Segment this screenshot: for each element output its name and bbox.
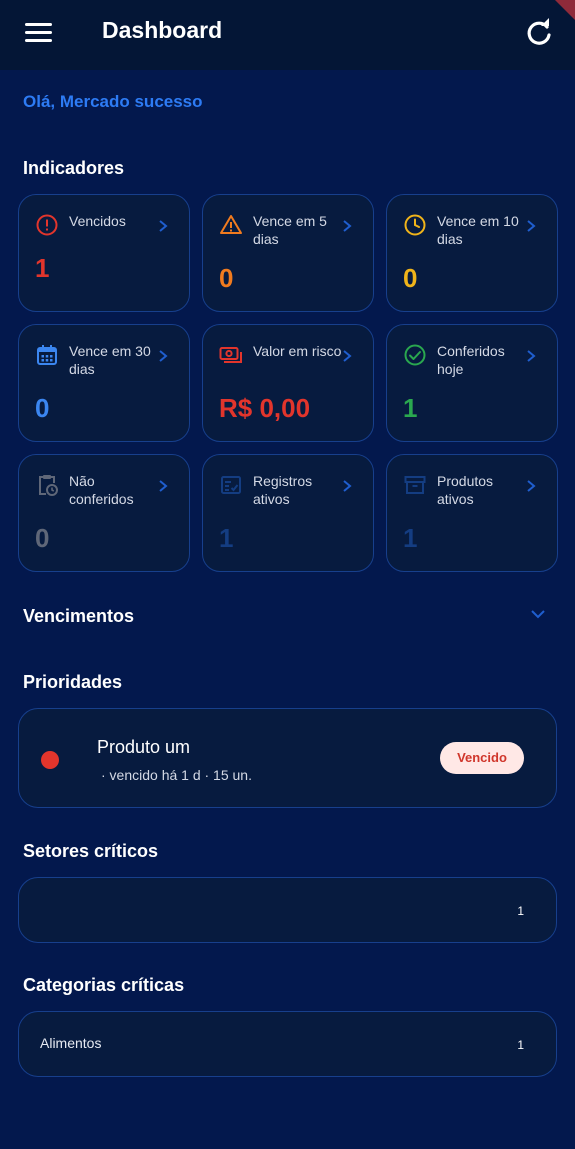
chevron-right-icon — [159, 220, 168, 232]
categoria-row[interactable]: Alimentos 1 — [18, 1011, 557, 1077]
indicator-label: Valor em risco — [253, 343, 342, 359]
indicator-card-valor-em-risco[interactable]: Valor em risco R$ 0,00 — [202, 324, 374, 442]
indicator-value: 0 — [403, 263, 418, 293]
archive-box-icon — [404, 476, 426, 494]
indicator-label: Não conferidos — [69, 473, 134, 507]
corner-ribbon — [555, 0, 575, 20]
indicator-value: 1 — [403, 393, 418, 423]
chevron-right-icon — [343, 220, 352, 232]
menu-icon — [25, 23, 52, 42]
vencimentos-expander[interactable]: Vencimentos — [0, 595, 575, 635]
warning-triangle-icon — [220, 215, 242, 234]
indicator-card-vence-5-dias[interactable]: Vence em 5 dias 0 — [202, 194, 374, 312]
chevron-right-icon — [343, 480, 352, 492]
categoria-label: Alimentos — [40, 1035, 102, 1051]
categorias-title: Categorias críticas — [23, 975, 185, 995]
indicator-card-vence-30-dias[interactable]: Vence em 30 dias 0 — [18, 324, 190, 442]
error-circle-icon — [36, 214, 58, 236]
chevron-down-icon — [531, 610, 545, 619]
indicator-label: Vence em 5 dias — [253, 213, 327, 247]
prioridades-title: Prioridades — [23, 672, 123, 692]
indicator-label: Registros ativos — [253, 473, 313, 507]
chevron-right-icon — [343, 350, 352, 362]
categoria-count: 1 — [517, 1038, 524, 1052]
chevron-right-icon — [527, 220, 536, 232]
indicator-value: 0 — [35, 393, 50, 423]
indicator-card-conferidos-hoje[interactable]: Conferidos hoje 1 — [386, 324, 558, 442]
checklist-icon — [221, 476, 241, 494]
clipboard-clock-icon — [39, 475, 58, 496]
indicator-label: Vence em 30 dias — [69, 343, 151, 377]
indicator-value: 1 — [403, 523, 418, 553]
money-icon — [219, 347, 242, 363]
chevron-right-icon — [527, 480, 536, 492]
refresh-icon — [527, 18, 551, 45]
calendar-icon — [37, 345, 57, 365]
indicator-label: Vencidos — [69, 213, 126, 229]
priority-item[interactable]: Produto um · vencido há 1 d · 15 un. Ven… — [18, 708, 557, 808]
app-bar: Dashboard — [0, 0, 575, 70]
check-circle-icon — [404, 344, 426, 366]
indicator-value: 0 — [35, 523, 50, 553]
setores-title: Setores críticos — [23, 841, 159, 861]
indicator-label: Produtos ativos — [437, 473, 494, 507]
greeting-text: Olá, Mercado sucesso — [23, 92, 203, 111]
product-name: Produto um — [97, 737, 191, 757]
vencimentos-title: Vencimentos — [23, 606, 135, 626]
indicator-card-produtos-ativos[interactable]: Produtos ativos 1 — [386, 454, 558, 572]
indicator-card-registros-ativos[interactable]: Registros ativos 1 — [202, 454, 374, 572]
menu-button[interactable] — [20, 16, 58, 50]
indicator-value: 1 — [219, 523, 234, 553]
indicator-label: Vence em 10 dias — [437, 213, 519, 247]
indicator-card-nao-conferidos[interactable]: Não conferidos 0 — [18, 454, 190, 572]
product-details: · vencido há 1 d · 15 un. — [101, 767, 252, 783]
indicator-card-vencidos[interactable]: Vencidos 1 — [18, 194, 190, 312]
status-badge: Vencido — [440, 742, 524, 774]
indicators-title: Indicadores — [23, 158, 125, 178]
setor-count: 1 — [517, 904, 524, 918]
indicator-value: R$ 0,00 — [219, 393, 311, 423]
indicator-card-vence-10-dias[interactable]: Vence em 10 dias 0 — [386, 194, 558, 312]
page-title: Dashboard — [102, 17, 223, 43]
indicator-value: 0 — [219, 263, 234, 293]
chevron-right-icon — [159, 480, 168, 492]
setor-row[interactable]: 1 — [18, 877, 557, 943]
refresh-button[interactable] — [521, 15, 557, 51]
clock-icon — [404, 214, 426, 236]
indicator-label: Conferidos hoje — [437, 343, 505, 377]
chevron-right-icon — [527, 350, 536, 362]
status-dot — [41, 751, 59, 769]
chevron-right-icon — [159, 350, 168, 362]
indicator-value: 1 — [35, 253, 50, 283]
